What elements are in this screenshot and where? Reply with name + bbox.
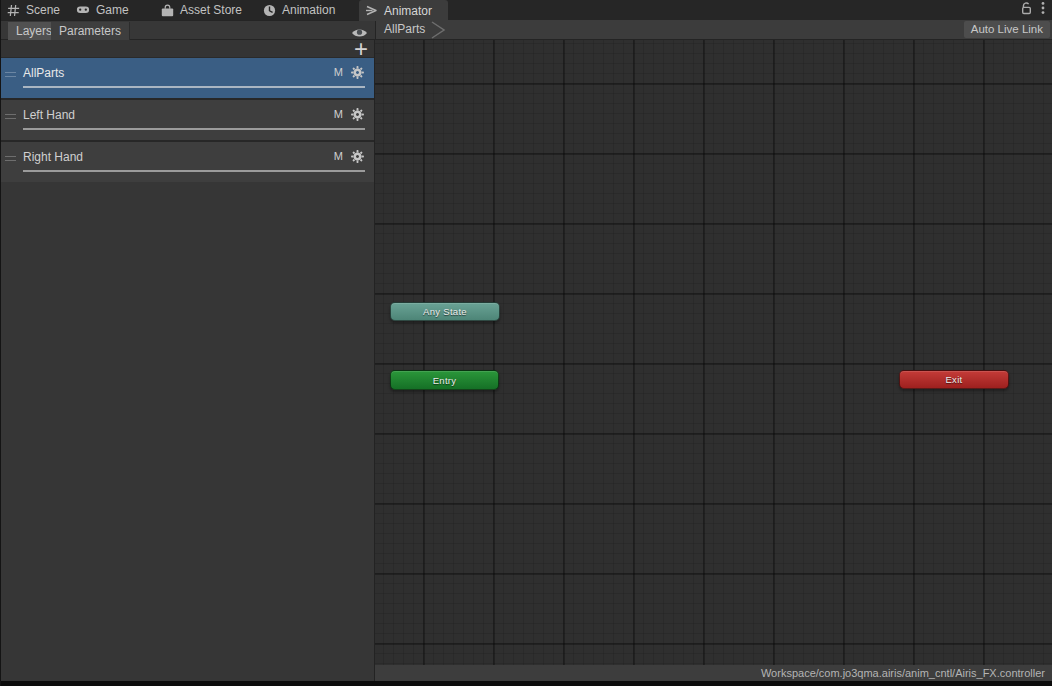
breadcrumb-chevron-icon — [431, 21, 447, 43]
scene-grid-icon — [7, 4, 20, 17]
node-exit[interactable]: Exit — [899, 370, 1009, 389]
animator-icon — [365, 5, 378, 16]
auto-live-link-button[interactable]: Auto Live Link — [964, 21, 1050, 38]
layer-weight-slider[interactable] — [23, 128, 365, 130]
node-any-state[interactable]: Any State — [390, 302, 500, 321]
mute-button[interactable]: M — [334, 108, 343, 120]
tab-parameters[interactable]: Parameters — [51, 22, 130, 40]
tab-asset-store[interactable]: Asset Store — [155, 0, 248, 20]
layer-row-right-hand[interactable]: Right Hand M — [0, 142, 374, 182]
layer-list-header: + — [0, 40, 374, 58]
shopping-bag-icon — [161, 4, 174, 17]
unlock-icon[interactable] — [1020, 1, 1032, 19]
layers-parameters-toolbar: Layers Parameters — [0, 20, 375, 40]
layers-panel: + AllParts M Left Hand M Right Hand M — [0, 40, 375, 681]
window-bottom-edge — [0, 681, 1052, 686]
breadcrumb-allparts[interactable]: AllParts — [384, 20, 425, 39]
window-left-edge — [0, 0, 1, 686]
node-entry[interactable]: Entry — [390, 370, 499, 390]
drag-handle-icon[interactable] — [5, 114, 16, 122]
mute-button[interactable]: M — [334, 150, 343, 162]
editor-tab-bar: Scene Game Asset Store Animation Animato… — [0, 0, 1052, 20]
drag-handle-icon[interactable] — [5, 72, 16, 80]
animator-graph-canvas[interactable]: Any State Entry Exit — [375, 40, 1052, 665]
layer-row-allparts[interactable]: AllParts M — [0, 58, 374, 98]
layer-weight-slider[interactable] — [23, 86, 365, 88]
gear-icon[interactable] — [351, 149, 364, 167]
layer-weight-slider[interactable] — [23, 170, 365, 172]
drag-handle-icon[interactable] — [5, 156, 16, 164]
tab-animator[interactable]: Animator — [359, 0, 448, 21]
mute-button[interactable]: M — [334, 66, 343, 78]
tab-game[interactable]: Game — [70, 0, 135, 20]
animator-toolbar: AllParts Auto Live Link — [375, 20, 1052, 40]
gear-icon[interactable] — [351, 65, 364, 83]
layer-row-left-hand[interactable]: Left Hand M — [0, 100, 374, 140]
tab-scene[interactable]: Scene — [1, 0, 66, 20]
eye-icon[interactable] — [351, 25, 368, 43]
gear-icon[interactable] — [351, 107, 364, 125]
clock-icon — [263, 4, 276, 17]
controller-path-statusbar: Workspace/com.jo3qma.airis/anim_cntl/Air… — [375, 665, 1052, 681]
tab-animation[interactable]: Animation — [257, 0, 341, 20]
gamepad-icon — [76, 5, 90, 15]
kebab-menu-icon[interactable] — [1041, 1, 1045, 19]
